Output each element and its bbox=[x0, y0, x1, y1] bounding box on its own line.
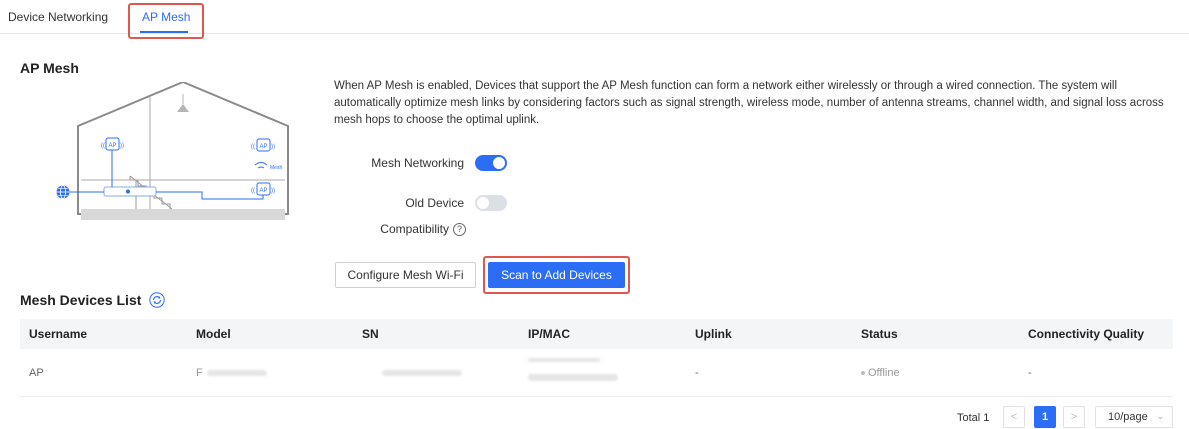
ap-mesh-description: When AP Mesh is enabled, Devices that su… bbox=[334, 80, 1164, 126]
configure-mesh-wifi-button[interactable]: Configure Mesh Wi-Fi bbox=[335, 262, 476, 288]
column-header[interactable]: Status bbox=[861, 327, 898, 341]
tab-ap-mesh[interactable]: AP Mesh bbox=[142, 10, 190, 24]
chevron-down-icon: ⌄ bbox=[1156, 411, 1164, 421]
cell-username: AP bbox=[29, 366, 44, 379]
compatibility-label: Compatibility bbox=[380, 222, 449, 236]
column-header[interactable]: Uplink bbox=[695, 327, 732, 341]
toggle-knob bbox=[477, 197, 489, 209]
svg-text:((: (( bbox=[251, 144, 255, 150]
svg-text:AP: AP bbox=[259, 144, 267, 150]
table-row[interactable]: AP F - Offline - bbox=[20, 349, 1173, 397]
column-header[interactable]: SN bbox=[362, 327, 379, 341]
svg-text:((: (( bbox=[251, 188, 255, 194]
scan-to-add-devices-button[interactable]: Scan to Add Devices bbox=[488, 262, 625, 288]
svg-text:AP: AP bbox=[259, 188, 267, 194]
tab-device-networking[interactable]: Device Networking bbox=[8, 10, 108, 24]
refresh-icon[interactable] bbox=[149, 292, 166, 308]
svg-text:)): )) bbox=[271, 144, 275, 150]
prev-page-button[interactable]: < bbox=[1003, 406, 1025, 428]
active-tab-indicator bbox=[140, 31, 188, 33]
compatibility-label-row: Compatibility ? bbox=[330, 222, 466, 236]
list-title: Mesh Devices List bbox=[20, 292, 142, 308]
page-size-select[interactable]: 10/page ⌄ bbox=[1095, 406, 1173, 428]
svg-text:((: (( bbox=[101, 143, 105, 149]
toggle-knob bbox=[493, 157, 505, 169]
cell-uplink: - bbox=[695, 366, 699, 379]
svg-text:AP: AP bbox=[108, 143, 116, 149]
mesh-networking-label: Mesh Networking bbox=[371, 156, 464, 170]
mesh-devices-table: Username Model SN IP/MAC Uplink Status C… bbox=[20, 319, 1173, 397]
section-title: AP Mesh bbox=[20, 60, 79, 76]
old-device-label: Old Device bbox=[405, 196, 464, 210]
column-header[interactable]: Connectivity Quality bbox=[1028, 327, 1144, 341]
column-header[interactable]: Username bbox=[29, 327, 87, 341]
page-1-button[interactable]: 1 bbox=[1034, 406, 1056, 428]
pagination-total: Total 1 bbox=[957, 412, 990, 424]
old-device-compatibility-toggle[interactable] bbox=[475, 195, 507, 211]
cell-sn bbox=[362, 367, 462, 379]
table-header: Username Model SN IP/MAC Uplink Status C… bbox=[20, 319, 1173, 349]
cell-status: Offline bbox=[861, 367, 900, 379]
cell-model: F bbox=[196, 367, 267, 379]
column-header[interactable]: Model bbox=[196, 327, 231, 341]
mesh-house-illustration: AP (( )) AP (( )) Mesh AP (( )) bbox=[56, 82, 289, 220]
svg-text:Mesh: Mesh bbox=[270, 165, 282, 171]
mesh-networking-toggle[interactable] bbox=[475, 155, 507, 171]
next-page-button[interactable]: > bbox=[1063, 406, 1085, 428]
column-header[interactable]: IP/MAC bbox=[528, 327, 570, 341]
help-icon[interactable]: ? bbox=[453, 222, 466, 236]
tab-bar: Device Networking AP Mesh bbox=[0, 0, 1189, 34]
page-size-value: 10/page bbox=[1108, 411, 1148, 423]
cell-connectivity-quality: - bbox=[1028, 366, 1032, 379]
svg-text:)): )) bbox=[120, 143, 124, 149]
svg-text:)): )) bbox=[271, 188, 275, 194]
mesh-devices-list-header: Mesh Devices List bbox=[20, 292, 166, 308]
cell-ip-mac bbox=[528, 358, 618, 381]
status-dot bbox=[861, 370, 865, 375]
